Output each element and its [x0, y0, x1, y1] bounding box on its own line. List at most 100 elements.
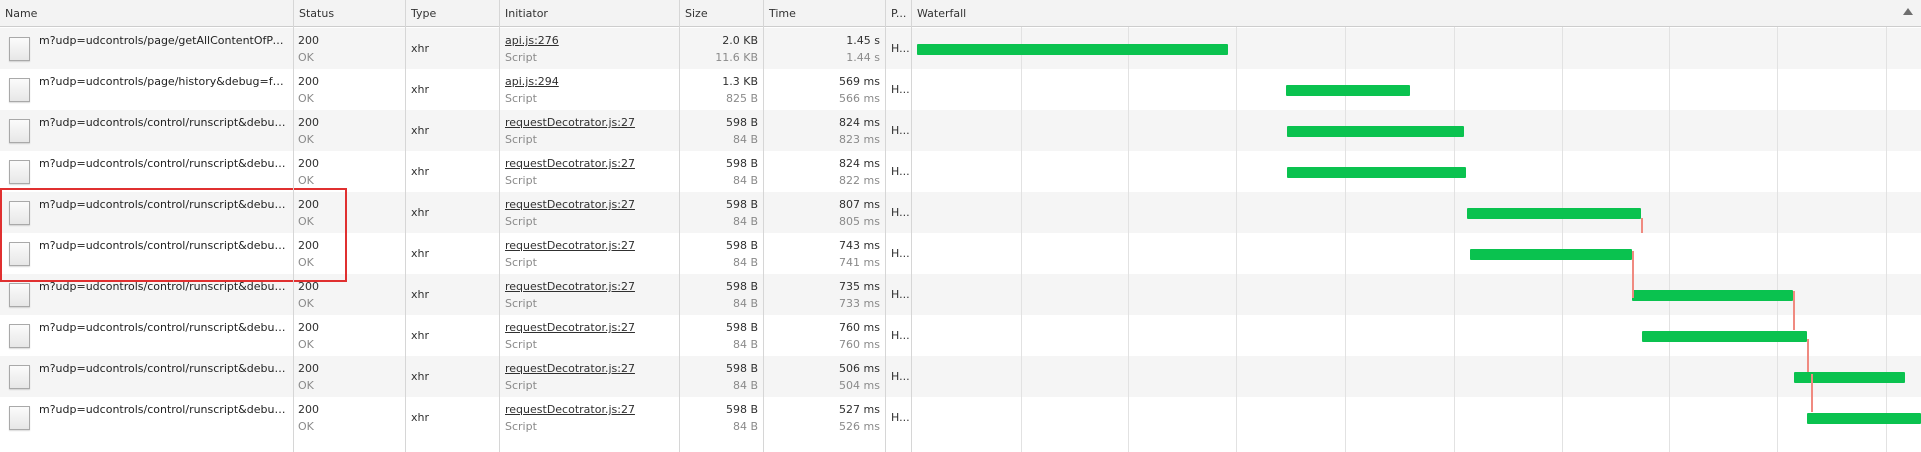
priority-value: H... [891, 42, 910, 55]
request-name[interactable]: m?udp=udcontrols/page/getAllContentOfPa.… [39, 34, 288, 47]
waterfall-bar[interactable] [917, 44, 1228, 55]
initiator-type: Script [505, 92, 537, 105]
size-cell: 598 B 84 B [680, 397, 764, 438]
column-divider[interactable] [763, 0, 764, 452]
status-code: 200 [298, 157, 319, 170]
priority-value: H... [891, 329, 910, 342]
size-cell: 1.3 KB 825 B [680, 69, 764, 110]
waterfall-bar[interactable] [1642, 331, 1807, 342]
transfer-size: 598 B [725, 403, 758, 416]
status-code: 200 [298, 75, 319, 88]
column-header-time[interactable]: Time [764, 0, 886, 27]
sort-ascending-icon[interactable] [1903, 8, 1913, 15]
initiator-type: Script [505, 338, 537, 351]
column-header-type[interactable]: Type [406, 0, 500, 27]
latency-time: 526 ms [839, 420, 880, 433]
size-cell: 598 B 84 B [680, 110, 764, 151]
column-divider[interactable] [885, 0, 886, 452]
type-cell: xhr [406, 28, 500, 69]
name-cell: m?udp=udcontrols/control/runscript&debug… [0, 151, 294, 192]
request-name[interactable]: m?udp=udcontrols/control/runscript&debug… [39, 280, 288, 293]
waterfall-dependency-line [1641, 218, 1643, 233]
table-row[interactable]: m?udp=udcontrols/control/runscript&debug… [0, 397, 1921, 438]
request-name[interactable]: m?udp=udcontrols/control/runscript&debug… [39, 198, 288, 211]
initiator-link[interactable]: requestDecotrator.js:27 [505, 280, 635, 293]
status-text: OK [298, 297, 314, 310]
initiator-cell: requestDecotrator.js:27 Script [500, 397, 680, 438]
table-row[interactable]: m?udp=udcontrols/control/runscript&debug… [0, 315, 1921, 356]
priority-value: H... [891, 247, 910, 260]
table-row[interactable]: m?udp=udcontrols/control/runscript&debug… [0, 356, 1921, 397]
content-size: 84 B [732, 297, 758, 310]
initiator-link[interactable]: requestDecotrator.js:27 [505, 321, 635, 334]
request-name[interactable]: m?udp=udcontrols/control/runscript&debug… [39, 157, 288, 170]
time-cell: 760 ms 760 ms [764, 315, 886, 356]
name-cell: m?udp=udcontrols/control/runscript&debug… [0, 233, 294, 274]
transfer-size: 598 B [725, 157, 758, 170]
request-name[interactable]: m?udp=udcontrols/control/runscript&debug… [39, 362, 288, 375]
status-text: OK [298, 379, 314, 392]
document-icon [9, 119, 30, 143]
column-divider[interactable] [293, 0, 294, 452]
table-row[interactable]: m?udp=udcontrols/control/runscript&debug… [0, 151, 1921, 192]
request-name[interactable]: m?udp=udcontrols/control/runscript&debug… [39, 239, 288, 252]
initiator-cell: requestDecotrator.js:27 Script [500, 315, 680, 356]
total-time: 569 ms [839, 75, 880, 88]
name-cell: m?udp=udcontrols/control/runscript&debug… [0, 315, 294, 356]
table-header: Name Status Type Initiator Size Time P..… [0, 0, 1921, 27]
type-cell: xhr [406, 69, 500, 110]
size-cell: 598 B 84 B [680, 151, 764, 192]
column-divider[interactable] [679, 0, 680, 452]
initiator-link[interactable]: api.js:276 [505, 34, 559, 47]
column-divider[interactable] [405, 0, 406, 452]
status-cell: 200 OK [294, 69, 406, 110]
column-divider[interactable] [499, 0, 500, 452]
initiator-link[interactable]: requestDecotrator.js:27 [505, 116, 635, 129]
initiator-link[interactable]: requestDecotrator.js:27 [505, 198, 635, 211]
waterfall-bar[interactable] [1632, 290, 1793, 301]
request-name[interactable]: m?udp=udcontrols/control/runscript&debug… [39, 116, 288, 129]
status-code: 200 [298, 116, 319, 129]
table-row[interactable]: m?udp=udcontrols/page/history&debug=fal.… [0, 69, 1921, 110]
waterfall-bar[interactable] [1287, 126, 1464, 137]
latency-time: 741 ms [839, 256, 880, 269]
table-row[interactable]: m?udp=udcontrols/control/runscript&debug… [0, 110, 1921, 151]
initiator-link[interactable]: requestDecotrator.js:27 [505, 239, 635, 252]
total-time: 1.45 s [846, 34, 880, 47]
column-header-status[interactable]: Status [294, 0, 406, 27]
initiator-link[interactable]: requestDecotrator.js:27 [505, 403, 635, 416]
size-cell: 598 B 84 B [680, 192, 764, 233]
priority-value: H... [891, 370, 910, 383]
request-type: xhr [411, 411, 430, 424]
document-icon [9, 324, 30, 348]
column-header-priority[interactable]: P... [886, 0, 912, 27]
waterfall-bar[interactable] [1807, 413, 1921, 424]
waterfall-bar[interactable] [1470, 249, 1632, 260]
waterfall-bar[interactable] [1287, 167, 1466, 178]
request-type: xhr [411, 165, 430, 178]
waterfall-bar[interactable] [1286, 85, 1410, 96]
column-header-waterfall[interactable]: Waterfall [912, 0, 1921, 27]
column-header-size[interactable]: Size [680, 0, 764, 27]
content-size: 84 B [732, 256, 758, 269]
time-cell: 743 ms 741 ms [764, 233, 886, 274]
request-type: xhr [411, 206, 430, 219]
request-name[interactable]: m?udp=udcontrols/control/runscript&debug… [39, 321, 288, 334]
initiator-cell: api.js:276 Script [500, 28, 680, 69]
initiator-link[interactable]: requestDecotrator.js:27 [505, 362, 635, 375]
request-name[interactable]: m?udp=udcontrols/page/history&debug=fal.… [39, 75, 288, 88]
column-header-name[interactable]: Name [0, 0, 294, 27]
status-text: OK [298, 133, 314, 146]
column-header-initiator[interactable]: Initiator [500, 0, 680, 27]
initiator-link[interactable]: api.js:294 [505, 75, 559, 88]
waterfall-bar[interactable] [1467, 208, 1641, 219]
name-cell: m?udp=udcontrols/control/runscript&debug… [0, 274, 294, 315]
request-name[interactable]: m?udp=udcontrols/control/runscript&debug… [39, 403, 288, 416]
column-divider[interactable] [911, 0, 912, 452]
type-cell: xhr [406, 151, 500, 192]
latency-time: 733 ms [839, 297, 880, 310]
initiator-cell: requestDecotrator.js:27 Script [500, 356, 680, 397]
priority-cell: H... [886, 151, 912, 192]
initiator-link[interactable]: requestDecotrator.js:27 [505, 157, 635, 170]
status-cell: 200 OK [294, 356, 406, 397]
